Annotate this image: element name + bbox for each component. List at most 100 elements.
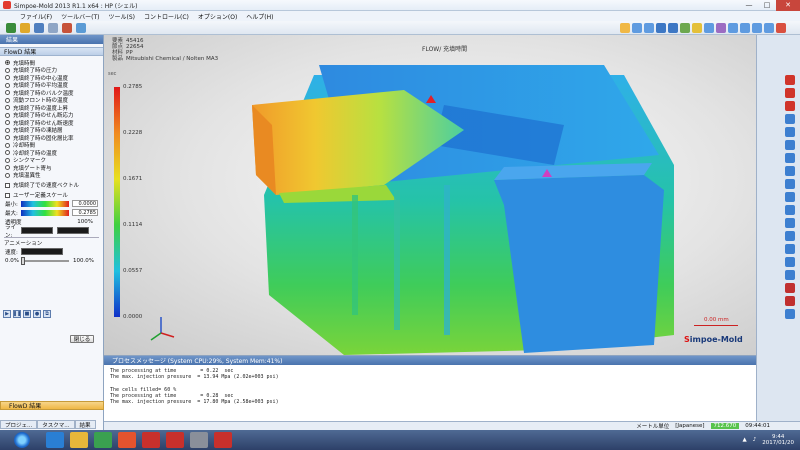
tab-project[interactable]: プロジェ... [0, 420, 38, 429]
zoom-icon[interactable] [728, 23, 738, 33]
radio-button[interactable] [5, 120, 10, 126]
view-iso-icon[interactable] [668, 23, 678, 33]
cube-light-icon[interactable] [785, 270, 795, 280]
clip-icon[interactable] [785, 75, 795, 85]
view-cube-icon[interactable] [620, 23, 630, 33]
user-scale-checkbox[interactable] [5, 192, 10, 198]
cube-reset-icon[interactable] [785, 257, 795, 267]
radio-button[interactable] [5, 135, 10, 141]
radio-button[interactable] [5, 90, 10, 96]
menu-tools[interactable]: ツール(S) [109, 12, 136, 21]
max-field[interactable]: 0.2785 [72, 209, 98, 216]
run-icon[interactable] [62, 23, 72, 33]
cube-zoom-icon[interactable] [785, 231, 795, 241]
cube-fit-icon[interactable] [785, 244, 795, 254]
volume-icon[interactable]: ♪ [753, 437, 757, 443]
simpoe-app-icon[interactable] [142, 432, 160, 448]
radio-button[interactable] [5, 165, 10, 171]
rotate-icon[interactable] [752, 23, 762, 33]
radio-button[interactable] [5, 172, 10, 178]
pan-icon[interactable] [740, 23, 750, 33]
velocity-vector-option[interactable]: 充填終了での速度ベクトル [5, 181, 103, 189]
radio-button[interactable] [5, 127, 10, 133]
colorbar-tick-label: 0.2785 [123, 84, 143, 90]
network-icon[interactable]: ▲ [743, 437, 747, 443]
open-icon[interactable] [20, 23, 30, 33]
pause-icon[interactable]: ❚❚ [13, 310, 21, 318]
flowd-results-tab[interactable]: FlowD 結果 [0, 401, 104, 410]
radio-button[interactable] [5, 112, 10, 118]
animation-slider[interactable] [20, 256, 69, 265]
view-side-icon[interactable] [656, 23, 666, 33]
cube-front-icon[interactable] [785, 114, 795, 124]
export-icon[interactable]: ⧉ [43, 310, 51, 318]
cube-bottom-icon[interactable] [785, 179, 795, 189]
explorer-icon[interactable] [70, 432, 88, 448]
help-icon[interactable] [76, 23, 86, 33]
measure-icon[interactable] [776, 23, 786, 33]
record-view-icon[interactable] [785, 296, 795, 306]
chrome-icon[interactable] [118, 432, 136, 448]
play-speed-control[interactable] [21, 248, 63, 255]
view-top-icon[interactable] [644, 23, 654, 33]
minimize-button[interactable]: — [740, 0, 758, 11]
radio-button[interactable] [5, 150, 10, 156]
wire-icon[interactable] [704, 23, 714, 33]
menu-options[interactable]: オプション(O) [198, 12, 237, 21]
section-icon[interactable] [785, 88, 795, 98]
cube-top-icon[interactable] [785, 166, 795, 176]
settings-icon[interactable] [48, 23, 58, 33]
radio-button[interactable] [5, 157, 10, 163]
ie-icon[interactable] [46, 432, 64, 448]
cube-right-icon[interactable] [785, 153, 795, 163]
terminal-icon[interactable] [190, 432, 208, 448]
radio-button[interactable] [5, 67, 10, 73]
velocity-vector-checkbox[interactable] [5, 182, 10, 188]
user-scale-option[interactable]: ユーザー定義スケール [5, 191, 103, 199]
simpoe-app-icon-2[interactable] [166, 432, 184, 448]
clock[interactable]: 9:44 2017/01/20 [762, 434, 794, 446]
shield-icon[interactable] [785, 283, 795, 293]
radio-button[interactable] [5, 142, 10, 148]
probe-icon[interactable] [785, 101, 795, 111]
tab-results[interactable]: 結果 [74, 420, 96, 429]
radio-button[interactable] [5, 75, 10, 81]
tab-task-manager[interactable]: タスクマ... [37, 420, 75, 429]
play-icon[interactable]: ▶ [3, 310, 11, 318]
close-button[interactable]: ✕ [776, 0, 800, 11]
fit-icon[interactable] [764, 23, 774, 33]
maximize-button[interactable]: □ [758, 0, 776, 11]
record-icon[interactable]: ● [33, 310, 41, 318]
mesh-icon[interactable] [680, 23, 690, 33]
menu-help[interactable]: ヘルプ(H) [246, 12, 273, 21]
radio-button[interactable] [5, 105, 10, 111]
slider-thumb[interactable] [20, 256, 25, 265]
line-style-button[interactable] [21, 227, 53, 234]
model-viewport[interactable]: 要素 45416 節点 22654 材料 PP 製品 Mitsubishi Chemic… [104, 35, 756, 355]
radio-button[interactable] [5, 82, 10, 88]
cube-iso-icon[interactable] [785, 192, 795, 202]
stop-icon[interactable]: ■ [23, 310, 31, 318]
close-panel-button[interactable]: 閉じる [70, 335, 94, 343]
new-icon[interactable] [6, 23, 16, 33]
shade-icon[interactable] [692, 23, 702, 33]
cube-back-icon[interactable] [785, 127, 795, 137]
radio-button[interactable] [5, 60, 10, 66]
line-color-button[interactable] [57, 227, 89, 234]
simpoe-app-icon-3[interactable] [214, 432, 232, 448]
start-button[interactable] [14, 432, 30, 448]
radio-button[interactable] [5, 97, 10, 103]
media-icon[interactable] [94, 432, 112, 448]
cube-rot-icon[interactable] [785, 205, 795, 215]
menu-toolbar[interactable]: ツールバー(T) [61, 12, 99, 21]
menu-file[interactable]: ファイル(F) [20, 12, 52, 21]
menu-control[interactable]: コントロール(C) [144, 12, 189, 21]
min-field[interactable]: 0.0000 [72, 200, 98, 207]
result-option[interactable]: 充填温異性 [5, 172, 103, 179]
grid-icon[interactable] [785, 309, 795, 319]
light-icon[interactable] [716, 23, 726, 33]
cube-pan-icon[interactable] [785, 218, 795, 228]
view-front-icon[interactable] [632, 23, 642, 33]
cube-left-icon[interactable] [785, 140, 795, 150]
save-icon[interactable] [34, 23, 44, 33]
